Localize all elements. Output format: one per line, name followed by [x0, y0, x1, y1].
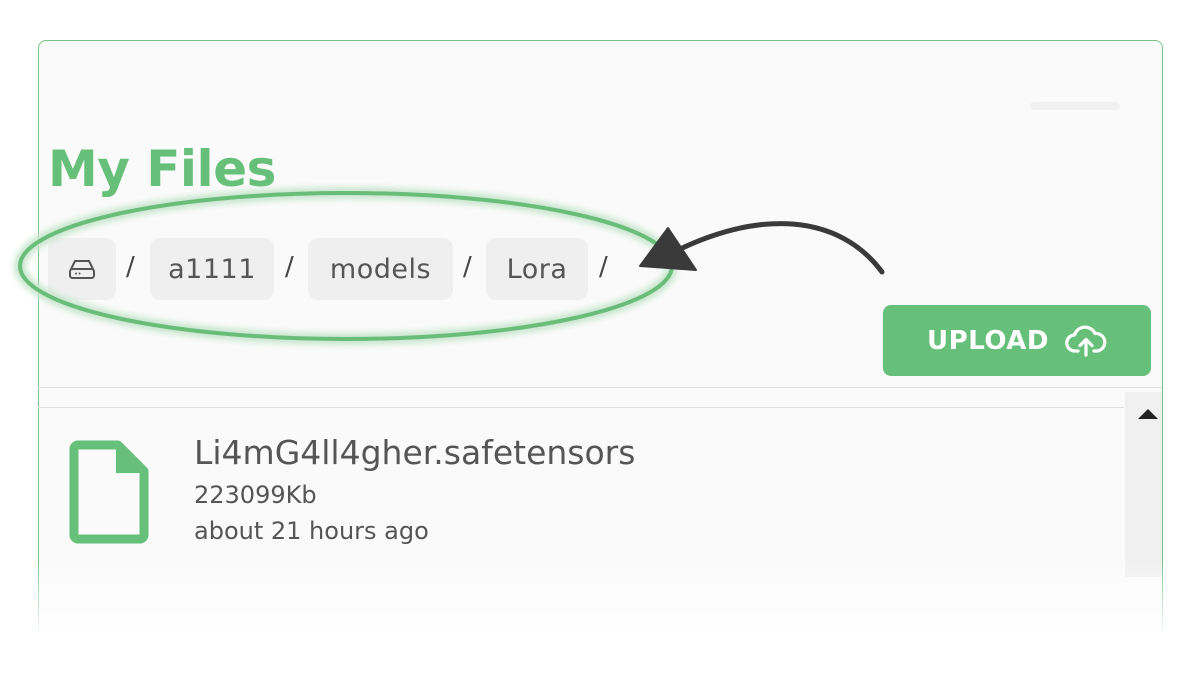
breadcrumb-item-models[interactable]: models: [308, 238, 453, 300]
file-size: 223099Kb: [194, 481, 317, 509]
breadcrumb-root[interactable]: [48, 238, 116, 300]
breadcrumb-separator: /: [126, 252, 135, 282]
file-modified: about 21 hours ago: [194, 517, 429, 545]
upload-button-label: UPLOAD: [927, 325, 1049, 356]
page-title: My Files: [48, 140, 276, 198]
file-list-item[interactable]: Li4mG4ll4gher.safetensors 223099Kb about…: [60, 425, 1110, 565]
breadcrumb-separator: /: [285, 252, 294, 282]
file-icon: [69, 440, 149, 544]
breadcrumb-item-a1111[interactable]: a1111: [150, 238, 274, 300]
drive-icon: [69, 260, 95, 279]
scrollbar[interactable]: [1125, 392, 1162, 577]
header-placeholder: [1030, 102, 1120, 110]
breadcrumb-separator: /: [599, 252, 608, 282]
file-manager-screen: My Files / a1111 / models / Lora / UPLOA…: [0, 0, 1200, 700]
cloud-upload-icon: [1065, 325, 1107, 357]
scroll-up-arrow-icon[interactable]: [1138, 409, 1158, 419]
breadcrumb-item-lora[interactable]: Lora: [486, 238, 588, 300]
file-name[interactable]: Li4mG4ll4gher.safetensors: [194, 433, 635, 472]
list-divider: [38, 407, 1124, 408]
breadcrumb-separator: /: [463, 252, 472, 282]
upload-button[interactable]: UPLOAD: [883, 305, 1151, 376]
list-divider: [38, 387, 1162, 388]
